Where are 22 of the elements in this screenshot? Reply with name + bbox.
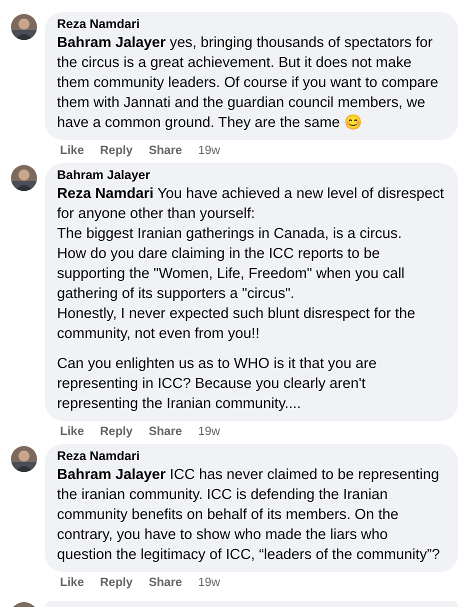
share-link[interactable]: Share [148,574,182,590]
avatar[interactable] [11,446,37,472]
avatar[interactable] [11,14,37,40]
comment-text: Can you enlighten us as to WHO is it that you are representing in ICC? Because you clearly aren't representing the Iranian community.... [57,355,378,414]
like-link[interactable]: Like [60,423,84,439]
reply-link[interactable]: Reply [100,423,133,439]
author-name[interactable]: Reza Namdari [57,17,140,31]
share-link[interactable]: Share [148,142,182,158]
comment-text: Bahram Jalayer yes, bringing thousands of spectators for the circus is a great achievement. But it does not make them community leaders. Of course if you want to compare them with Jannati and the guardian council members, we have a common ground. They are the same 😊 [57,34,440,133]
avatar[interactable] [11,165,37,191]
timestamp[interactable]: 19w [198,423,220,439]
comment-text: Reza Namdari You have achieved a new level of disrespect for anyone other than yourself: The biggest Iranian gatherings in Canada, is a circus. How do you dare claiming in the ICC reports to be supporting the "Women, Life, Freedom" when you call gathering of its supporters a "circus". Honestly, I never expected such blunt disrespect for the community, not even from you!! [57,185,445,344]
comment-text: Bahram Jalayer ICC has never claimed to be representing the iranian community. ICC is defending the Iranian community benefits on behalf of its members. On the contrary, you have to show who made the liars who question the legitimacy of ICC, “leaders of the community”? [57,466,441,565]
like-link[interactable]: Like [60,142,84,158]
timestamp[interactable]: 19w [198,142,220,158]
timestamp[interactable]: 19w [198,574,220,590]
author-name[interactable]: Reza Namdari [57,449,140,463]
share-link[interactable]: Share [148,423,182,439]
author-name[interactable]: Bahram Jalayer [57,168,150,182]
reply-link[interactable]: Reply [100,142,133,158]
reply-link[interactable]: Reply [100,574,133,590]
like-link[interactable]: Like [60,574,84,590]
